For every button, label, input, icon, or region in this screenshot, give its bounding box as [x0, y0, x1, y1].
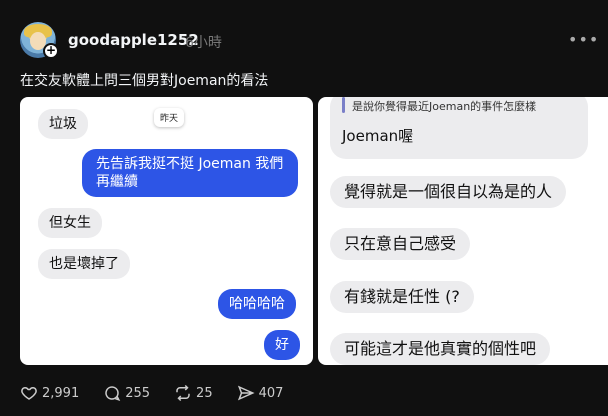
chat-bubble-sent: 哈哈哈哈 [218, 289, 296, 319]
comment-button[interactable]: 255 [103, 384, 150, 402]
reply-message: Joeman喔 [342, 127, 414, 145]
chat-bubble-received: 有錢就是任性 (? [330, 281, 474, 313]
chat-bubble-received: 覺得就是一個很自以為是的人 [330, 176, 567, 208]
send-icon [237, 385, 255, 401]
timestamp: 6小時 [185, 35, 222, 51]
post-actions: 2,991 255 25 407 [20, 383, 307, 403]
chat-bubble-received: 可能這才是他真實的個性吧 [330, 333, 551, 365]
date-label: 昨天 [154, 108, 185, 127]
chat-bubble-sent: 好 [264, 330, 300, 360]
chat-screenshot-left[interactable]: 垃圾 昨天 先告訴我挺不挺 Joeman 我們再繼續 但女生 也是壞掉了 哈哈哈… [20, 97, 313, 365]
share-button[interactable]: 407 [237, 384, 284, 402]
quote-bar [342, 97, 345, 113]
like-button[interactable]: 2,991 [20, 384, 79, 402]
chat-bubble-received: 垃圾 [38, 109, 88, 139]
chat-screenshot-right[interactable]: 是說你覺得最近Joeman的事件怎麼樣 Joeman喔 覺得就是一個很自以為是的… [318, 97, 608, 365]
quoted-message: 是說你覺得最近Joeman的事件怎麼樣 [352, 100, 537, 113]
comment-count: 255 [125, 385, 151, 401]
chat-bubble-sent: 先告訴我挺不挺 Joeman 我們再繼續 [82, 149, 298, 197]
post-caption: 在交友軟體上問三個男對Joeman的看法 [20, 73, 269, 89]
like-count: 2,991 [42, 385, 80, 401]
share-count: 407 [258, 385, 284, 401]
follow-plus-icon[interactable]: + [43, 43, 59, 59]
chat-bubble-received: 只在意自己感受 [330, 228, 471, 260]
reply-card: 是說你覺得最近Joeman的事件怎麼樣 Joeman喔 [330, 97, 588, 159]
repost-icon [176, 384, 190, 402]
heart-icon [21, 386, 37, 400]
chat-bubble-received: 但女生 [38, 208, 102, 238]
username[interactable]: goodapple1252 [68, 31, 199, 49]
more-horizontal-icon[interactable]: ••• [568, 30, 599, 49]
chat-bubble-received: 也是壞掉了 [38, 249, 130, 279]
comment-icon [105, 386, 121, 402]
repost-button[interactable]: 25 [174, 384, 213, 402]
repost-count: 25 [196, 385, 213, 401]
